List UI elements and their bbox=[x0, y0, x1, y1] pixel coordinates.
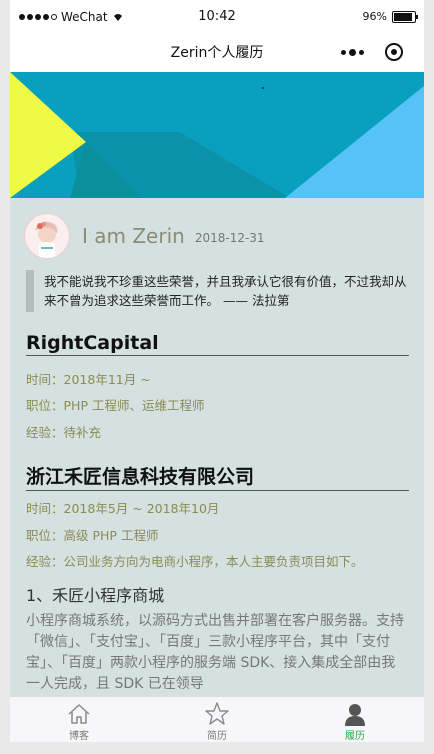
exp-label: 经验： bbox=[26, 425, 64, 440]
project-description: 小程序商城系统，以源码方式出售并部署在客户服务器。支持「微信」、「支付宝」、「百… bbox=[26, 613, 404, 692]
avatar-illustration bbox=[35, 221, 58, 258]
time-value: 2018年5月 ~ 2018年10月 bbox=[63, 501, 220, 516]
person-icon bbox=[345, 704, 365, 726]
profile-header: I am Zerin 2018-12-31 bbox=[24, 212, 265, 260]
resume-content: I am Zerin 2018-12-31 我不能说我不珍重这些荣誉，并且我承认… bbox=[10, 198, 424, 696]
time-label: 时间： bbox=[26, 372, 64, 387]
job-exp-row: 经验：公司业务方向为电商小程序，本人主要负责项目如下。 bbox=[26, 551, 364, 570]
profile-name: I am Zerin bbox=[82, 224, 185, 248]
status-right: 96% bbox=[362, 10, 418, 23]
company-title: 浙江禾匠信息科技有限公司 bbox=[26, 462, 409, 491]
project-title: 1、禾匠小程序商城 bbox=[26, 586, 165, 605]
nav-bar: Zerin个人履历 bbox=[10, 34, 424, 72]
banner-graphic bbox=[10, 72, 424, 198]
time-label: 时间： bbox=[26, 501, 64, 516]
more-icon[interactable] bbox=[340, 48, 364, 56]
tab-resume[interactable]: 简历 bbox=[148, 697, 286, 742]
star-icon bbox=[205, 702, 229, 725]
quote-block: 我不能说我不珍重这些荣誉，并且我承认它很有价值，不过我却从来不曾为追求这些荣誉而… bbox=[26, 270, 410, 312]
job-role-row: 职位：PHP 工程师、运维工程师 bbox=[26, 395, 204, 414]
battery-percent: 96% bbox=[362, 10, 387, 23]
exp-value: 待补充 bbox=[63, 425, 102, 440]
job-time-row: 时间：2018年5月 ~ 2018年10月 bbox=[26, 498, 219, 517]
job-exp-row: 经验：待补充 bbox=[26, 422, 101, 441]
tab-history[interactable]: 履历 bbox=[286, 697, 424, 742]
time-value: 2018年11月 ~ bbox=[63, 372, 151, 387]
header-banner bbox=[10, 72, 424, 198]
tab-label: 博客 bbox=[69, 731, 89, 742]
role-value: 高级 PHP 工程师 bbox=[63, 528, 159, 543]
exp-label: 经验： bbox=[26, 554, 64, 569]
avatar[interactable] bbox=[24, 213, 70, 259]
job-role-row: 职位：高级 PHP 工程师 bbox=[26, 525, 158, 544]
tab-label: 履历 bbox=[345, 731, 365, 742]
role-value: PHP 工程师、运维工程师 bbox=[63, 398, 205, 413]
tab-blog[interactable]: 博客 bbox=[10, 697, 148, 742]
company-title: RightCapital bbox=[26, 332, 409, 356]
battery-icon bbox=[392, 10, 418, 23]
tab-bar: 博客 简历 履历 bbox=[10, 696, 424, 742]
status-bar: WeChat 10:42 96% bbox=[10, 0, 424, 34]
close-icon[interactable] bbox=[385, 43, 404, 61]
exp-value: 公司业务方向为电商小程序，本人主要负责项目如下。 bbox=[63, 554, 364, 569]
role-label: 职位： bbox=[26, 528, 64, 543]
phone-screen: WeChat 10:42 96% Zerin个人履历 I am Zerin 20… bbox=[10, 0, 424, 742]
role-label: 职位： bbox=[26, 398, 64, 413]
tab-label: 简历 bbox=[207, 731, 227, 742]
mini-program-capsule bbox=[330, 38, 414, 66]
profile-date: 2018-12-31 bbox=[194, 231, 265, 245]
home-icon bbox=[68, 704, 90, 724]
job-time-row: 时间：2018年11月 ~ bbox=[26, 369, 151, 388]
